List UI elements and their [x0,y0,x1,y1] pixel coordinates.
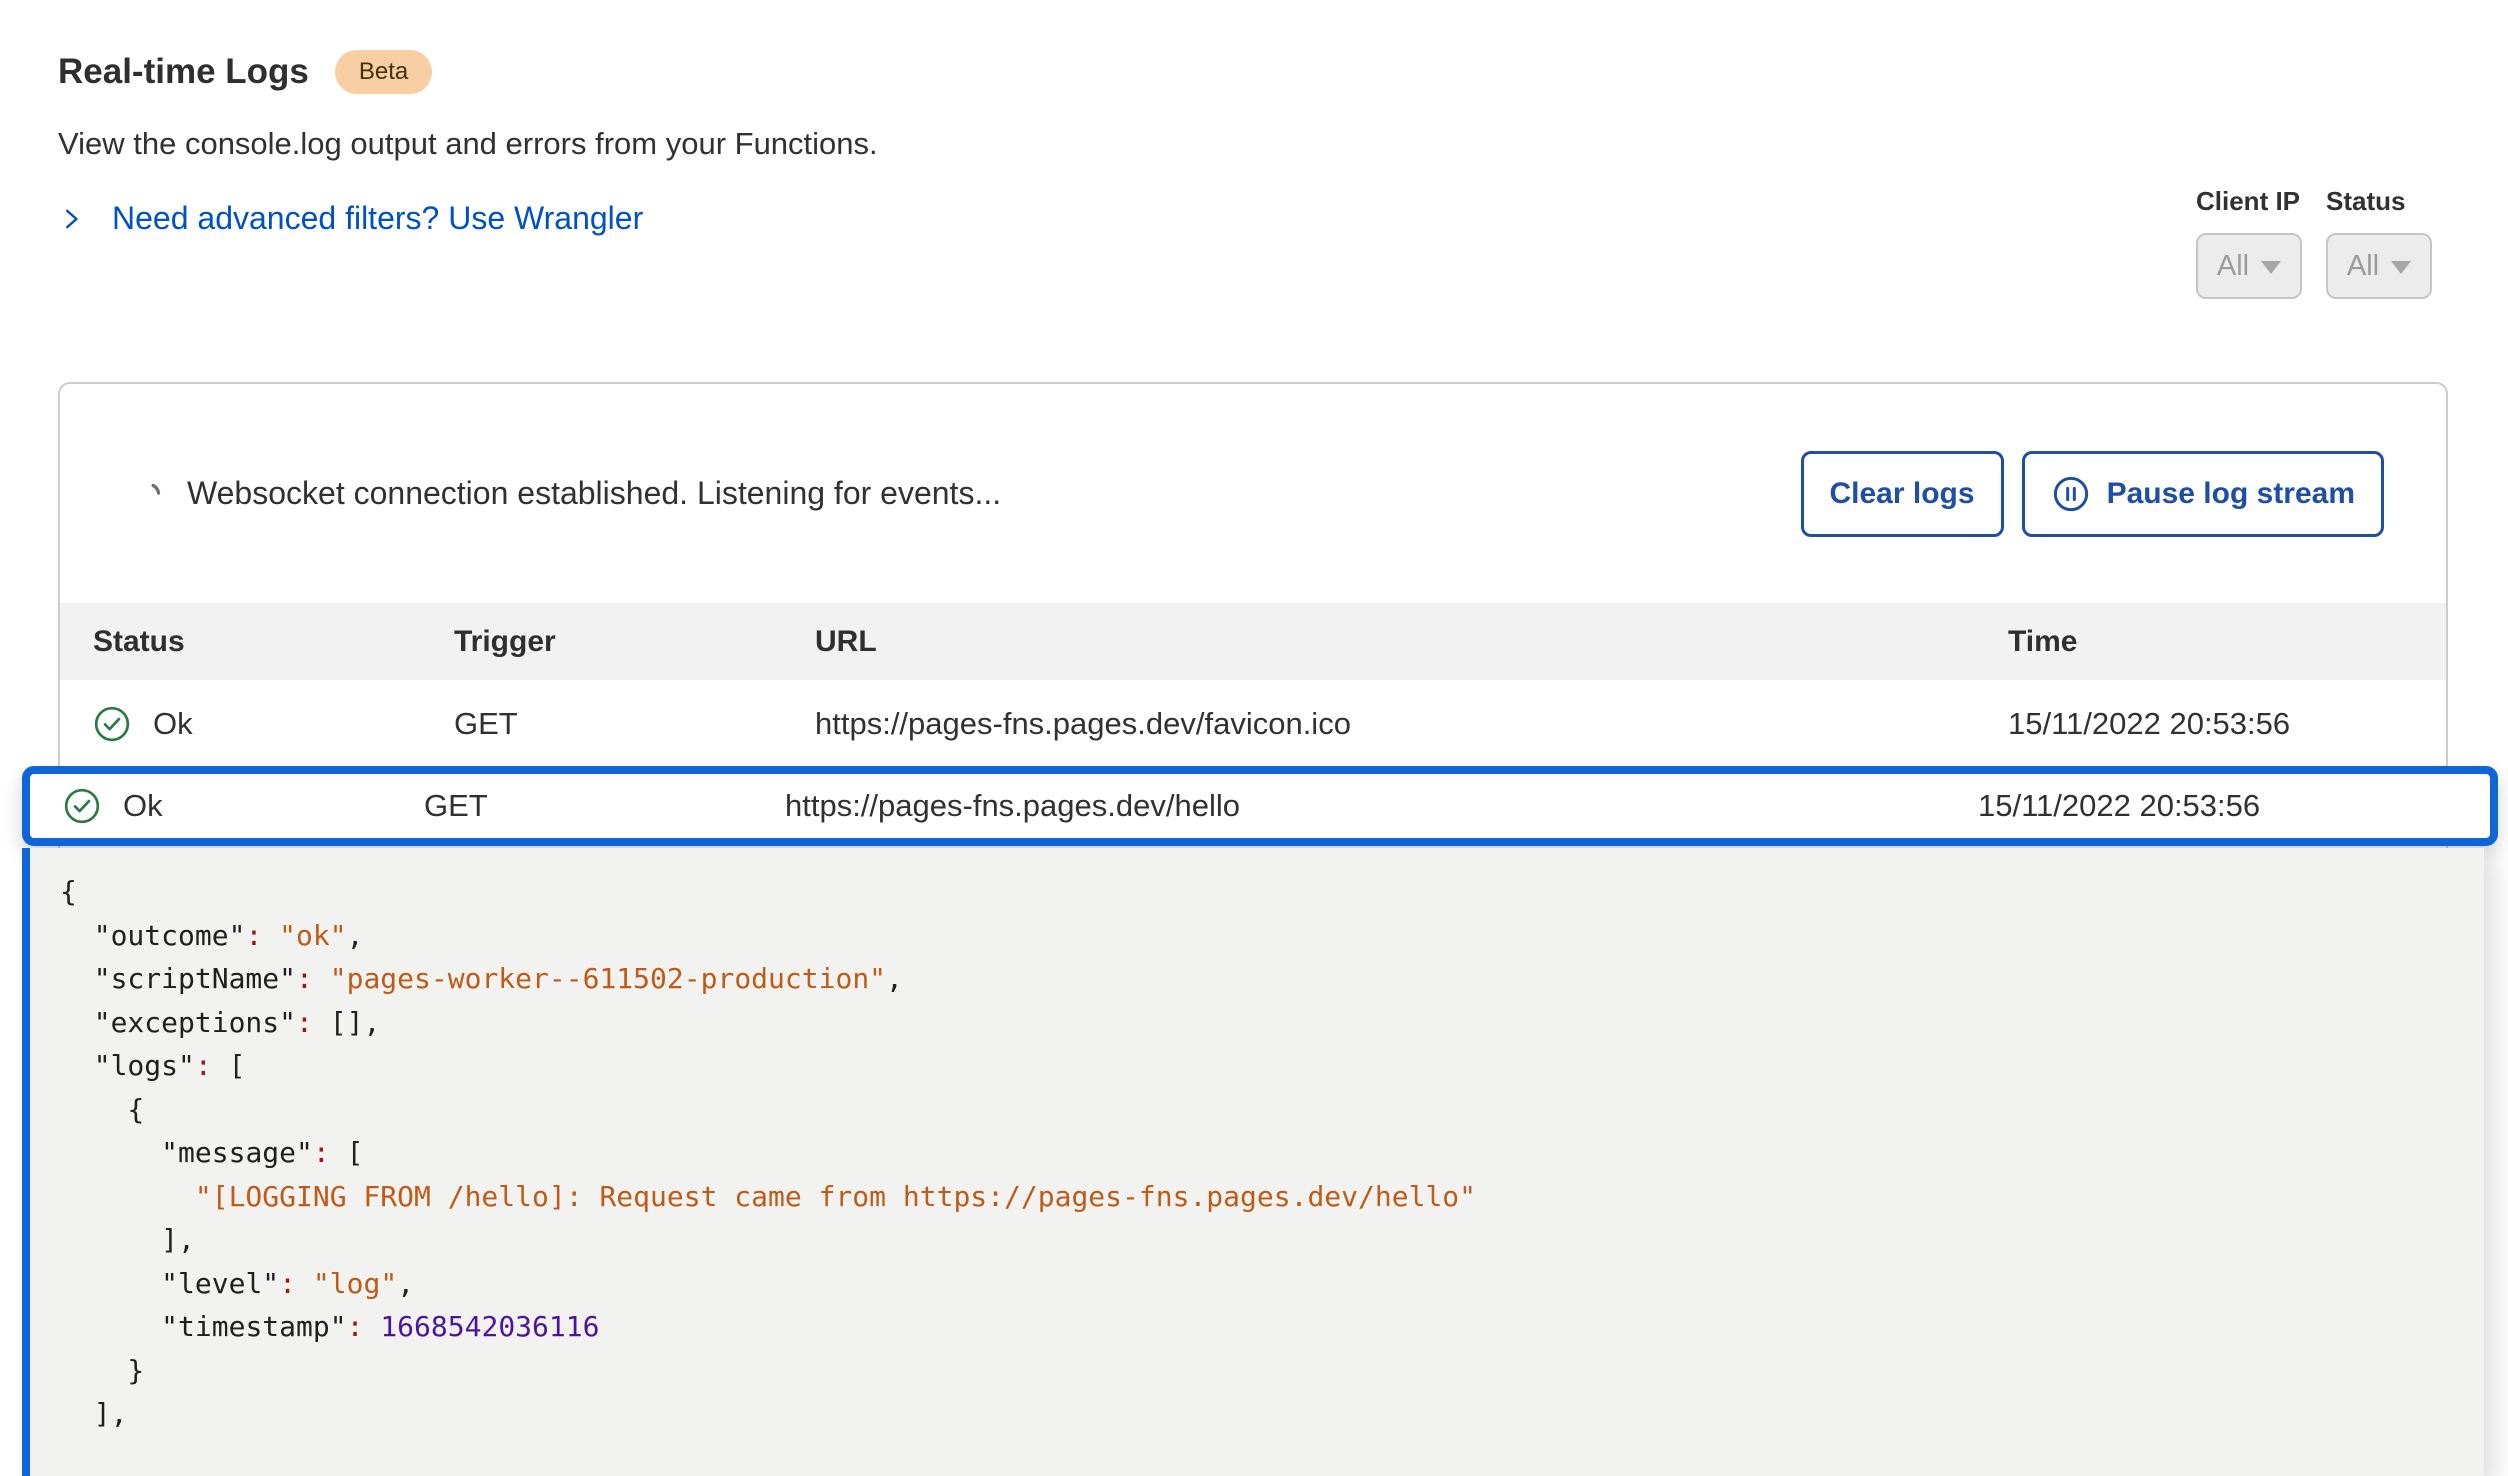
column-header-url: URL [815,625,2008,659]
trigger-cell: GET [424,788,785,824]
spinner-icon [135,479,165,509]
toolbar-buttons: Clear logs Pause log stream [1801,451,2385,537]
caret-down-icon [2391,261,2411,274]
status-filter-label: Status [2326,186,2432,217]
clear-logs-button[interactable]: Clear logs [1801,451,2004,537]
status-filter: Status All [2326,186,2432,299]
connection-status: Websocket connection established. Listen… [135,475,1001,512]
beta-badge: Beta [335,50,432,94]
check-circle-icon [93,705,131,743]
time-cell: 15/11/2022 20:53:56 [1978,788,2490,824]
clear-logs-label: Clear logs [1830,477,1975,511]
page-description: View the console.log output and errors f… [58,126,878,162]
status-cell: Ok [93,705,454,743]
column-header-time: Time [2008,625,2446,659]
page-title: Real-time Logs [58,52,309,92]
pause-log-stream-label: Pause log stream [2107,477,2355,511]
column-header-trigger: Trigger [454,625,815,659]
client-ip-filter: Client IP All [2196,186,2302,299]
status-text: Ok [153,706,193,742]
wrangler-link[interactable]: Need advanced filters? Use Wrangler [58,200,643,237]
status-text: Ok [123,788,163,824]
client-ip-dropdown[interactable]: All [2196,233,2302,299]
page-header: Real-time Logs Beta View the console.log… [58,50,878,237]
selected-table-row[interactable]: Ok GET https://pages-fns.pages.dev/hello… [22,766,2498,846]
chevron-right-icon [58,202,84,236]
client-ip-filter-label: Client IP [2196,186,2302,217]
log-filters: Client IP All Status All [2196,186,2432,299]
log-detail-panel: { "outcome": "ok", "scriptName": "pages-… [22,848,2484,1476]
client-ip-dropdown-value: All [2217,250,2249,283]
column-header-status: Status [93,625,454,659]
status-cell: Ok [63,787,424,825]
connection-status-text: Websocket connection established. Listen… [187,475,1001,512]
title-row: Real-time Logs Beta [58,50,878,94]
url-cell: https://pages-fns.pages.dev/hello [785,788,1978,824]
pause-log-stream-button[interactable]: Pause log stream [2022,451,2384,537]
trigger-cell: GET [454,706,815,742]
logs-toolbar: Websocket connection established. Listen… [60,384,2446,603]
table-row[interactable]: Ok GET https://pages-fns.pages.dev/favic… [60,680,2446,768]
expanded-log-entry: Ok GET https://pages-fns.pages.dev/hello… [22,766,2498,1476]
log-json: { "outcome": "ok", "scriptName": "pages-… [30,848,2484,1476]
logs-table-header: Status Trigger URL Time [60,603,2446,680]
wrangler-link-label: Need advanced filters? Use Wrangler [112,200,643,237]
caret-down-icon [2261,261,2281,274]
pause-icon [2051,474,2091,514]
check-circle-icon [63,787,101,825]
url-cell: https://pages-fns.pages.dev/favicon.ico [815,706,2008,742]
time-cell: 15/11/2022 20:53:56 [2008,706,2446,742]
status-dropdown-value: All [2347,250,2379,283]
status-dropdown[interactable]: All [2326,233,2432,299]
